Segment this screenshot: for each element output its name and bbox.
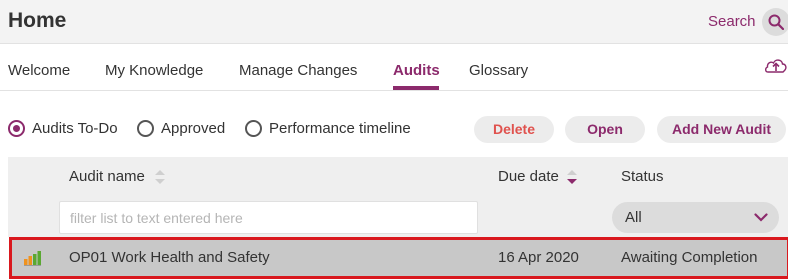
- bar-chart-icon: [24, 251, 41, 266]
- app-header: Home Search: [0, 0, 788, 44]
- page-title: Home: [8, 9, 67, 32]
- column-header-status[interactable]: Status: [621, 168, 664, 185]
- search-label[interactable]: Search: [708, 13, 756, 30]
- table-header: Audit name Due date Status All: [8, 157, 788, 237]
- search-button[interactable]: [762, 8, 788, 36]
- open-button[interactable]: Open: [565, 116, 645, 143]
- column-header-due-date[interactable]: Due date: [498, 168, 559, 185]
- radio-label: Approved: [161, 120, 226, 137]
- column-header-audit-name[interactable]: Audit name: [69, 168, 145, 185]
- active-tab-indicator: [393, 86, 439, 90]
- tab-glossary[interactable]: Glossary: [469, 62, 528, 79]
- search-icon: [768, 14, 784, 30]
- sort-icon[interactable]: [154, 167, 166, 187]
- radio-label: Audits To-Do: [32, 120, 118, 137]
- delete-button[interactable]: Delete: [474, 116, 554, 143]
- tab-my-knowledge[interactable]: My Knowledge: [105, 62, 203, 79]
- add-new-audit-button[interactable]: Add New Audit: [657, 116, 786, 143]
- radio-selected-icon: [8, 120, 25, 137]
- due-date-cell: 16 Apr 2020: [498, 249, 579, 266]
- tab-audits[interactable]: Audits: [393, 62, 440, 79]
- table-row[interactable]: OP01 Work Health and Safety 16 Apr 2020 …: [9, 237, 788, 279]
- audit-name-cell: OP01 Work Health and Safety: [69, 249, 270, 266]
- name-filter-input[interactable]: [59, 201, 478, 234]
- radio-unselected-icon: [137, 120, 154, 137]
- chevron-down-icon: [754, 213, 768, 222]
- sort-descending-icon[interactable]: [566, 167, 578, 187]
- tab-manage-changes[interactable]: Manage Changes: [239, 62, 357, 79]
- tab-bar: Welcome My Knowledge Manage Changes Audi…: [0, 45, 788, 91]
- radio-label: Performance timeline: [269, 120, 411, 137]
- status-cell: Awaiting Completion: [621, 249, 758, 266]
- status-filter-value: All: [625, 209, 642, 226]
- upload-icon[interactable]: [764, 56, 788, 76]
- status-filter-select[interactable]: All: [612, 202, 779, 233]
- tab-welcome[interactable]: Welcome: [8, 62, 70, 79]
- radio-unselected-icon: [245, 120, 262, 137]
